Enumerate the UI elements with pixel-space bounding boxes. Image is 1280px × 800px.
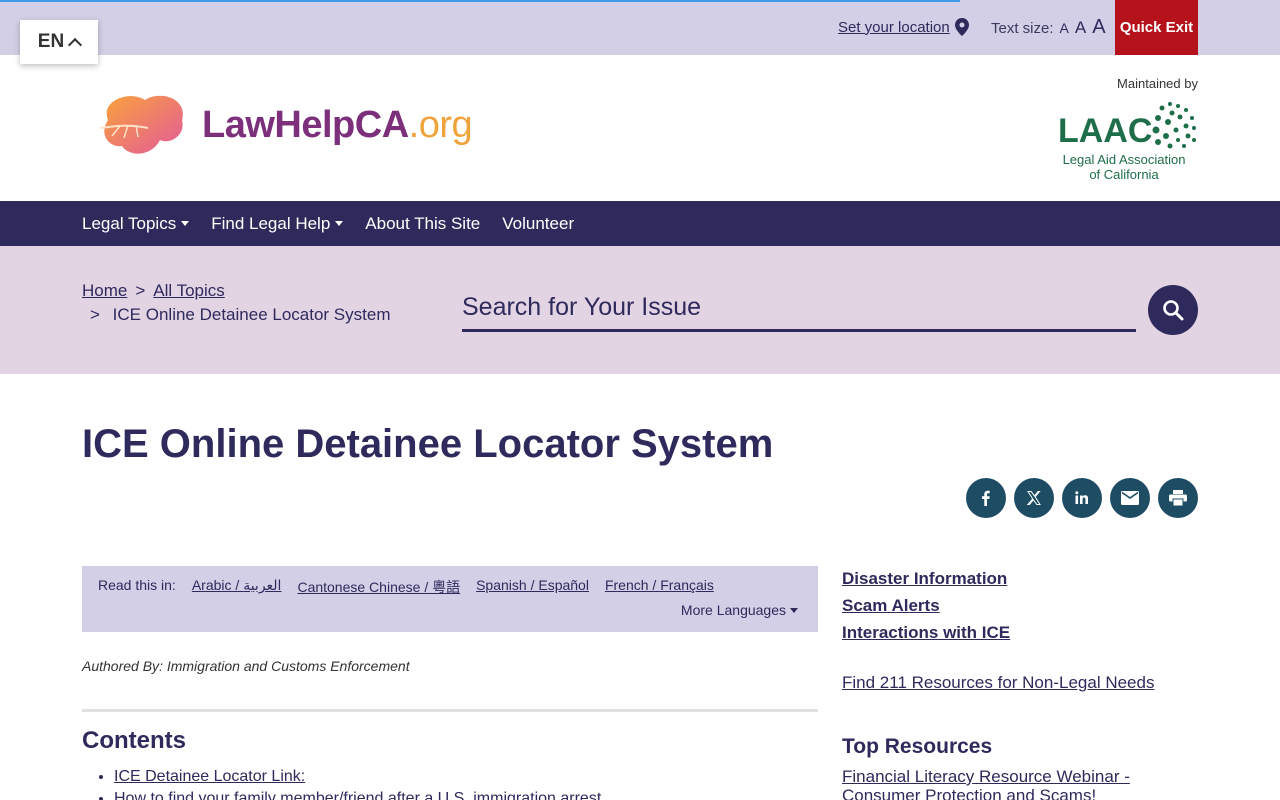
linkedin-share-button[interactable] bbox=[1062, 478, 1102, 518]
language-link-cantonese[interactable]: Cantonese Chinese / 粵語 bbox=[297, 577, 460, 597]
language-selector[interactable]: EN bbox=[20, 20, 98, 64]
nav-item-volunteer[interactable]: Volunteer bbox=[502, 214, 574, 234]
email-icon bbox=[1121, 491, 1139, 505]
breadcrumb-search-band: Home > All Topics > ICE Online Detainee Lo… bbox=[0, 246, 1280, 374]
caret-down-icon bbox=[790, 607, 798, 613]
printer-icon bbox=[1169, 490, 1187, 506]
partner-name-line2: of California bbox=[1089, 167, 1159, 182]
breadcrumb-home-link[interactable]: Home bbox=[82, 281, 127, 300]
caret-down-icon bbox=[181, 221, 190, 226]
text-size-large-button[interactable]: A bbox=[1092, 16, 1105, 39]
language-selector-label: EN bbox=[37, 31, 65, 52]
logo-main: LawHelpCA bbox=[202, 103, 409, 146]
list-item: How to find your family member/friend af… bbox=[114, 788, 601, 800]
breadcrumb: Home > All Topics > ICE Online Detainee Lo… bbox=[82, 279, 390, 327]
facebook-icon bbox=[982, 490, 990, 506]
poppy-flower-icon bbox=[99, 95, 183, 154]
contents-title: Contents bbox=[82, 727, 186, 754]
page-load-progress bbox=[0, 0, 960, 2]
top-resources-title: Top Resources bbox=[842, 735, 993, 758]
location-pin-icon bbox=[954, 18, 969, 36]
dot-pattern-icon bbox=[1152, 102, 1196, 149]
page-title: ICE Online Detainee Locator System bbox=[82, 422, 774, 466]
breadcrumb-current: ICE Online Detainee Locator System bbox=[112, 305, 391, 324]
text-size-label: Text size: bbox=[991, 20, 1054, 37]
nav-item-label: Legal Topics bbox=[82, 213, 177, 233]
contents-link[interactable]: ICE Detainee Locator Link: bbox=[114, 768, 305, 785]
contents-link[interactable]: How to find your family member/friend af… bbox=[114, 790, 601, 800]
search-icon bbox=[1163, 300, 1184, 321]
linkedin-icon bbox=[1075, 491, 1088, 504]
search-input[interactable] bbox=[462, 286, 1136, 332]
contents-list: ICE Detainee Locator Link: How to find y… bbox=[114, 766, 601, 800]
breadcrumb-separator: > bbox=[135, 281, 146, 300]
partner-name: Legal Aid Association of California bbox=[1058, 152, 1190, 182]
email-share-button[interactable] bbox=[1110, 478, 1150, 518]
sidebar-link-211-resources[interactable]: Find 211 Resources for Non-Legal Needs bbox=[842, 673, 1154, 693]
language-link-arabic[interactable]: Arabic / العربية bbox=[192, 577, 282, 597]
top-resources-link[interactable]: Financial Literacy Resource Webinar - Co… bbox=[842, 767, 1162, 800]
breadcrumb-all-topics-link[interactable]: All Topics bbox=[153, 281, 225, 300]
more-languages-dropdown[interactable]: More Languages bbox=[681, 602, 798, 618]
nav-item-legal-topics[interactable]: Legal Topics bbox=[82, 213, 190, 234]
quick-exit-button[interactable]: Quick Exit bbox=[1115, 0, 1198, 55]
partner-logo[interactable]: LAAC Legal Aid Association of California bbox=[1058, 100, 1198, 184]
caret-down-icon bbox=[335, 221, 344, 226]
share-buttons bbox=[966, 478, 1198, 518]
list-item: ICE Detainee Locator Link: bbox=[114, 766, 601, 788]
text-size-small-button[interactable]: A bbox=[1060, 20, 1069, 36]
language-link-spanish[interactable]: Spanish / Español bbox=[476, 577, 589, 597]
main-nav: Legal Topics Find Legal Help About This … bbox=[0, 201, 1280, 246]
maintained-by-label: Maintained by bbox=[1117, 76, 1198, 91]
x-icon bbox=[1026, 491, 1041, 505]
sidebar-link-scam-alerts[interactable]: Scam Alerts bbox=[842, 592, 1010, 619]
divider bbox=[82, 709, 818, 712]
sidebar-link-interactions-with-ice[interactable]: Interactions with ICE bbox=[842, 619, 1010, 646]
partner-logo-word: LAAC bbox=[1058, 112, 1153, 150]
site-logo[interactable]: LawHelpCA.org bbox=[90, 90, 473, 160]
utility-bar: Set your location Text size: A A A Quick… bbox=[0, 0, 1280, 55]
translation-label: Read this in: bbox=[98, 577, 176, 593]
nav-item-label: Find Legal Help bbox=[211, 213, 331, 233]
set-location-label: Set your location bbox=[838, 18, 950, 36]
search-button[interactable] bbox=[1148, 285, 1198, 335]
language-link-french[interactable]: French / Français bbox=[605, 577, 714, 597]
breadcrumb-separator: > bbox=[90, 305, 100, 324]
chevron-up-icon bbox=[68, 37, 83, 52]
logo-text: LawHelpCA.org bbox=[202, 103, 473, 147]
logo-suffix: .org bbox=[408, 103, 473, 146]
sidebar-quick-links: Disaster Information Scam Alerts Interac… bbox=[842, 565, 1010, 646]
print-button[interactable] bbox=[1158, 478, 1198, 518]
sidebar-link-disaster-information[interactable]: Disaster Information bbox=[842, 565, 1010, 592]
translation-box: Read this in: Arabic / العربية Cantonese… bbox=[82, 566, 818, 632]
x-share-button[interactable] bbox=[1014, 478, 1054, 518]
partner-name-line1: Legal Aid Association bbox=[1062, 152, 1186, 167]
text-size-medium-button[interactable]: A bbox=[1075, 18, 1086, 38]
nav-item-label: About This Site bbox=[365, 213, 481, 233]
nav-item-about[interactable]: About This Site bbox=[365, 214, 480, 234]
authored-by: Authored By: Immigration and Customs Enf… bbox=[82, 658, 410, 674]
text-size-control: Text size: A A A bbox=[991, 16, 1106, 39]
nav-item-label: Volunteer bbox=[502, 213, 575, 233]
more-languages-label: More Languages bbox=[680, 602, 786, 618]
facebook-share-button[interactable] bbox=[966, 478, 1006, 518]
set-location-link[interactable]: Set your location bbox=[838, 18, 969, 36]
nav-item-find-legal-help[interactable]: Find Legal Help bbox=[211, 213, 344, 234]
